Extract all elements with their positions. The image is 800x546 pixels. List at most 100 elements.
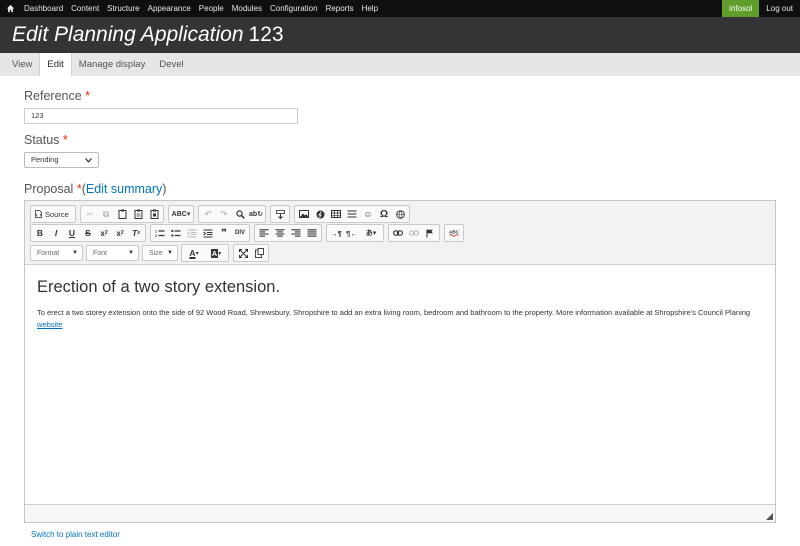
- align-group: [254, 224, 322, 242]
- basicstyles-group: B I U S x2 x2 Tx: [30, 224, 146, 242]
- size-dropdown[interactable]: Size ▼: [142, 245, 178, 261]
- horizontal-rule-icon[interactable]: [344, 206, 360, 222]
- menu-appearance[interactable]: Appearance: [144, 0, 195, 17]
- table-icon[interactable]: [328, 206, 344, 222]
- superscript-icon[interactable]: x2: [112, 225, 128, 241]
- align-right-icon[interactable]: [288, 225, 304, 241]
- italic-icon[interactable]: I: [48, 225, 64, 241]
- website-link[interactable]: website: [37, 320, 62, 329]
- toolbar-row-2: B I U S x2 x2 Tx 12 ❞ DIV →¶ ¶← あ▾ ABC: [30, 224, 468, 242]
- undo-icon[interactable]: ↶: [200, 206, 216, 222]
- format-dropdown[interactable]: Format ▼: [30, 245, 83, 261]
- tab-edit[interactable]: Edit: [39, 53, 72, 76]
- paste-word-icon[interactable]: [146, 206, 162, 222]
- editor-content-area[interactable]: Erection of a two story extension. To er…: [25, 265, 775, 505]
- status-select[interactable]: Pending: [24, 152, 99, 168]
- menu-dashboard[interactable]: Dashboard: [20, 0, 67, 17]
- page-title-id: 123: [248, 23, 284, 46]
- justify-icon[interactable]: [304, 225, 320, 241]
- spellcheck-group: ABC▾: [168, 205, 194, 223]
- svg-text:1: 1: [155, 229, 157, 233]
- cut-icon[interactable]: ✂: [82, 206, 98, 222]
- status-label-text: Status: [24, 133, 60, 147]
- switch-plain-text-link[interactable]: Switch to plain text editor: [31, 530, 120, 539]
- align-center-icon[interactable]: [272, 225, 288, 241]
- tab-devel[interactable]: Devel: [152, 53, 190, 76]
- font-dropdown-label: Font: [93, 249, 108, 257]
- primary-tabs: View Edit Manage display Devel: [0, 53, 800, 76]
- editor-toolbar: Source ✂ ⧉ ABC▾ ↶ ↷ ab↻ ☺ Ω B I U S x 2 …: [25, 201, 775, 265]
- svg-text:ABC: ABC: [449, 229, 459, 234]
- link-group: [388, 224, 440, 242]
- div-container-icon[interactable]: DIV: [232, 225, 248, 241]
- text-color-icon[interactable]: A ▾: [183, 245, 205, 261]
- admin-menu: Dashboard Content Structure Appearance P…: [20, 0, 382, 17]
- insert-group: ☺ Ω: [294, 205, 410, 223]
- rtl-icon[interactable]: ¶←: [344, 225, 360, 241]
- menu-reports[interactable]: Reports: [322, 0, 358, 17]
- reference-label: Reference *: [24, 89, 90, 103]
- history-group: ↶ ↷ ab↻: [198, 205, 266, 223]
- menu-configuration[interactable]: Configuration: [266, 0, 322, 17]
- anchor-group: [270, 205, 290, 223]
- align-left-icon[interactable]: [256, 225, 272, 241]
- tab-view[interactable]: View: [5, 53, 39, 76]
- source-label: Source: [45, 209, 69, 219]
- image-icon[interactable]: [296, 206, 312, 222]
- source-icon: [35, 210, 42, 218]
- status-selected-value: Pending: [31, 155, 59, 164]
- page-title-main: Edit Planning Application: [12, 23, 244, 46]
- spellcheck-icon[interactable]: ABC▾: [170, 206, 192, 222]
- resize-handle-icon[interactable]: [765, 512, 773, 520]
- iframe-icon[interactable]: [392, 206, 408, 222]
- reference-input[interactable]: 123: [24, 108, 298, 124]
- copy-icon[interactable]: ⧉: [98, 206, 114, 222]
- home-icon[interactable]: [0, 0, 20, 17]
- redo-icon[interactable]: ↷: [216, 206, 232, 222]
- proposal-label: Proposal *(Edit summary): [24, 182, 166, 196]
- spellcheck-scayt-icon[interactable]: ABC: [446, 225, 462, 241]
- logout-link[interactable]: Log out: [759, 0, 800, 17]
- anchor-flag-icon[interactable]: [422, 225, 438, 241]
- show-blocks-icon[interactable]: [251, 245, 267, 261]
- find-icon[interactable]: [232, 206, 248, 222]
- numbered-list-icon[interactable]: 12: [152, 225, 168, 241]
- menu-structure[interactable]: Structure: [103, 0, 143, 17]
- user-account-link[interactable]: infosol: [722, 0, 760, 17]
- paste-icon[interactable]: [114, 206, 130, 222]
- background-color-icon[interactable]: A ▾: [205, 245, 227, 261]
- source-button[interactable]: Source: [32, 206, 74, 222]
- ltr-icon[interactable]: →¶: [328, 225, 344, 241]
- smiley-icon[interactable]: ☺: [360, 206, 376, 222]
- colors-group: A ▾ A ▾: [181, 244, 229, 262]
- indent-icon[interactable]: [200, 225, 216, 241]
- outdent-icon[interactable]: [184, 225, 200, 241]
- maximize-icon[interactable]: [235, 245, 251, 261]
- underline-icon[interactable]: U: [64, 225, 80, 241]
- size-dropdown-label: Size: [149, 249, 163, 257]
- menu-people[interactable]: People: [195, 0, 228, 17]
- tab-manage-display[interactable]: Manage display: [72, 53, 153, 76]
- reference-label-text: Reference: [24, 89, 82, 103]
- content-heading: Erection of a two story extension.: [37, 278, 281, 296]
- link-icon[interactable]: [390, 225, 406, 241]
- remove-format-icon[interactable]: Tx: [128, 225, 144, 241]
- menu-content[interactable]: Content: [67, 0, 103, 17]
- font-dropdown[interactable]: Font ▼: [86, 245, 139, 261]
- subscript-icon[interactable]: x2: [96, 225, 112, 241]
- language-icon[interactable]: あ▾: [360, 225, 382, 241]
- blockquote-icon[interactable]: ❞: [216, 225, 232, 241]
- menu-help[interactable]: Help: [358, 0, 382, 17]
- unlink-icon[interactable]: [406, 225, 422, 241]
- blocks-icon[interactable]: [272, 206, 288, 222]
- menu-modules[interactable]: Modules: [228, 0, 266, 17]
- flash-icon[interactable]: [312, 206, 328, 222]
- strike-icon[interactable]: S: [80, 225, 96, 241]
- bold-icon[interactable]: B: [32, 225, 48, 241]
- paste-text-icon[interactable]: [130, 206, 146, 222]
- edit-summary-link[interactable]: Edit summary: [86, 182, 162, 196]
- bulleted-list-icon[interactable]: [168, 225, 184, 241]
- required-marker: *: [62, 133, 68, 147]
- special-char-icon[interactable]: Ω: [376, 206, 392, 222]
- replace-icon[interactable]: ab↻: [248, 206, 264, 222]
